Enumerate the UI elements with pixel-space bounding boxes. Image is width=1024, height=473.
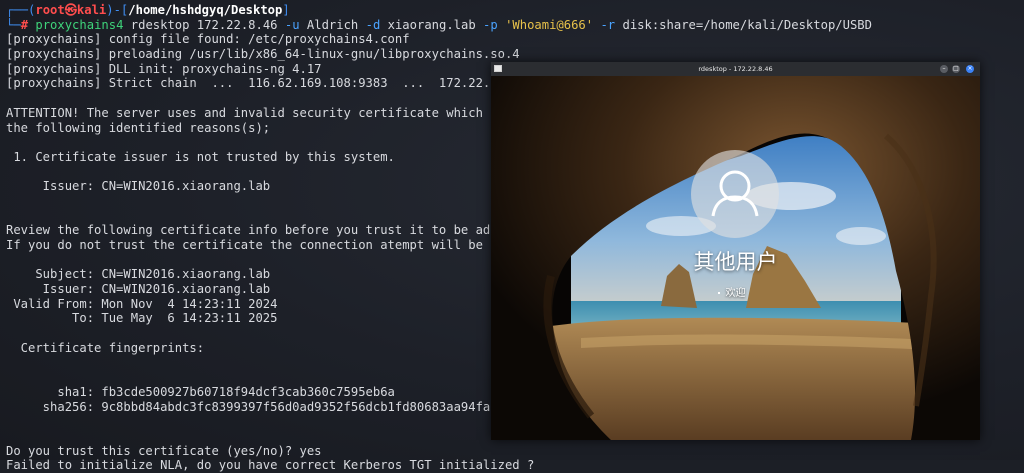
close-button[interactable]: × — [966, 65, 974, 73]
user-avatar[interactable] — [691, 150, 779, 238]
command-user: Aldrich — [299, 17, 366, 32]
window-title: rdesktop - 172.22.8.46 — [698, 65, 773, 73]
output-line: [proxychains] config file found: /etc/pr… — [6, 32, 410, 47]
command-share: disk:share=/home/kali/Desktop/USBD — [615, 17, 872, 32]
user-icon — [711, 170, 759, 217]
minimize-icon: – — [942, 65, 946, 72]
prompt-hash: # — [20, 17, 36, 32]
command-program: proxychains4 — [35, 17, 124, 32]
flag-p: -p — [483, 17, 498, 32]
prompt-path: /home/hshdgyq/Desktop — [128, 3, 283, 17]
command-space — [498, 18, 505, 32]
command-line: └─# proxychains4 rdesktop 172.22.8.46 -u… — [6, 18, 1024, 33]
prompt-mid: )-[ — [106, 3, 129, 17]
prompt-line-1: ┌──(root㉿kali)-[/home/hshdgyq/Desktop] — [6, 3, 1024, 18]
maximize-button[interactable]: □ — [952, 65, 960, 73]
flag-u: -u — [284, 17, 300, 32]
output-line: Failed to initialize NLA, do you have co… — [6, 458, 535, 473]
prompt-box-bottom: └─ — [6, 17, 21, 32]
lock-screen-username: 其他用户 — [693, 250, 778, 274]
lock-screen-welcome: 欢迎 — [725, 288, 746, 299]
prompt-user: root㉿kali — [35, 3, 107, 17]
flag-d: -d — [365, 17, 381, 32]
prompt-box-top: ┌──( — [6, 3, 36, 17]
command-domain: xiaorang.lab — [380, 17, 484, 32]
command-password: 'Whoami@666' — [505, 17, 594, 32]
remote-desktop-screen[interactable]: 其他用户 欢迎 — [491, 76, 980, 440]
flag-r: -r — [600, 17, 616, 32]
output-line: Do you trust this certificate (yes/no)? … — [6, 443, 322, 458]
maximize-icon: □ — [953, 65, 959, 72]
minimize-button[interactable]: – — [940, 65, 948, 73]
output-line: [proxychains] preloading /usr/lib/x86_64… — [6, 47, 520, 62]
close-icon: × — [967, 65, 973, 72]
prompt-end: ] — [282, 3, 290, 17]
rdp-window[interactable]: rdesktop - 172.22.8.46 – □ × 其他用户 欢迎 — [491, 62, 980, 440]
window-titlebar[interactable]: rdesktop - 172.22.8.46 – □ × — [491, 62, 980, 76]
command-args: rdesktop 172.22.8.46 — [123, 17, 285, 32]
